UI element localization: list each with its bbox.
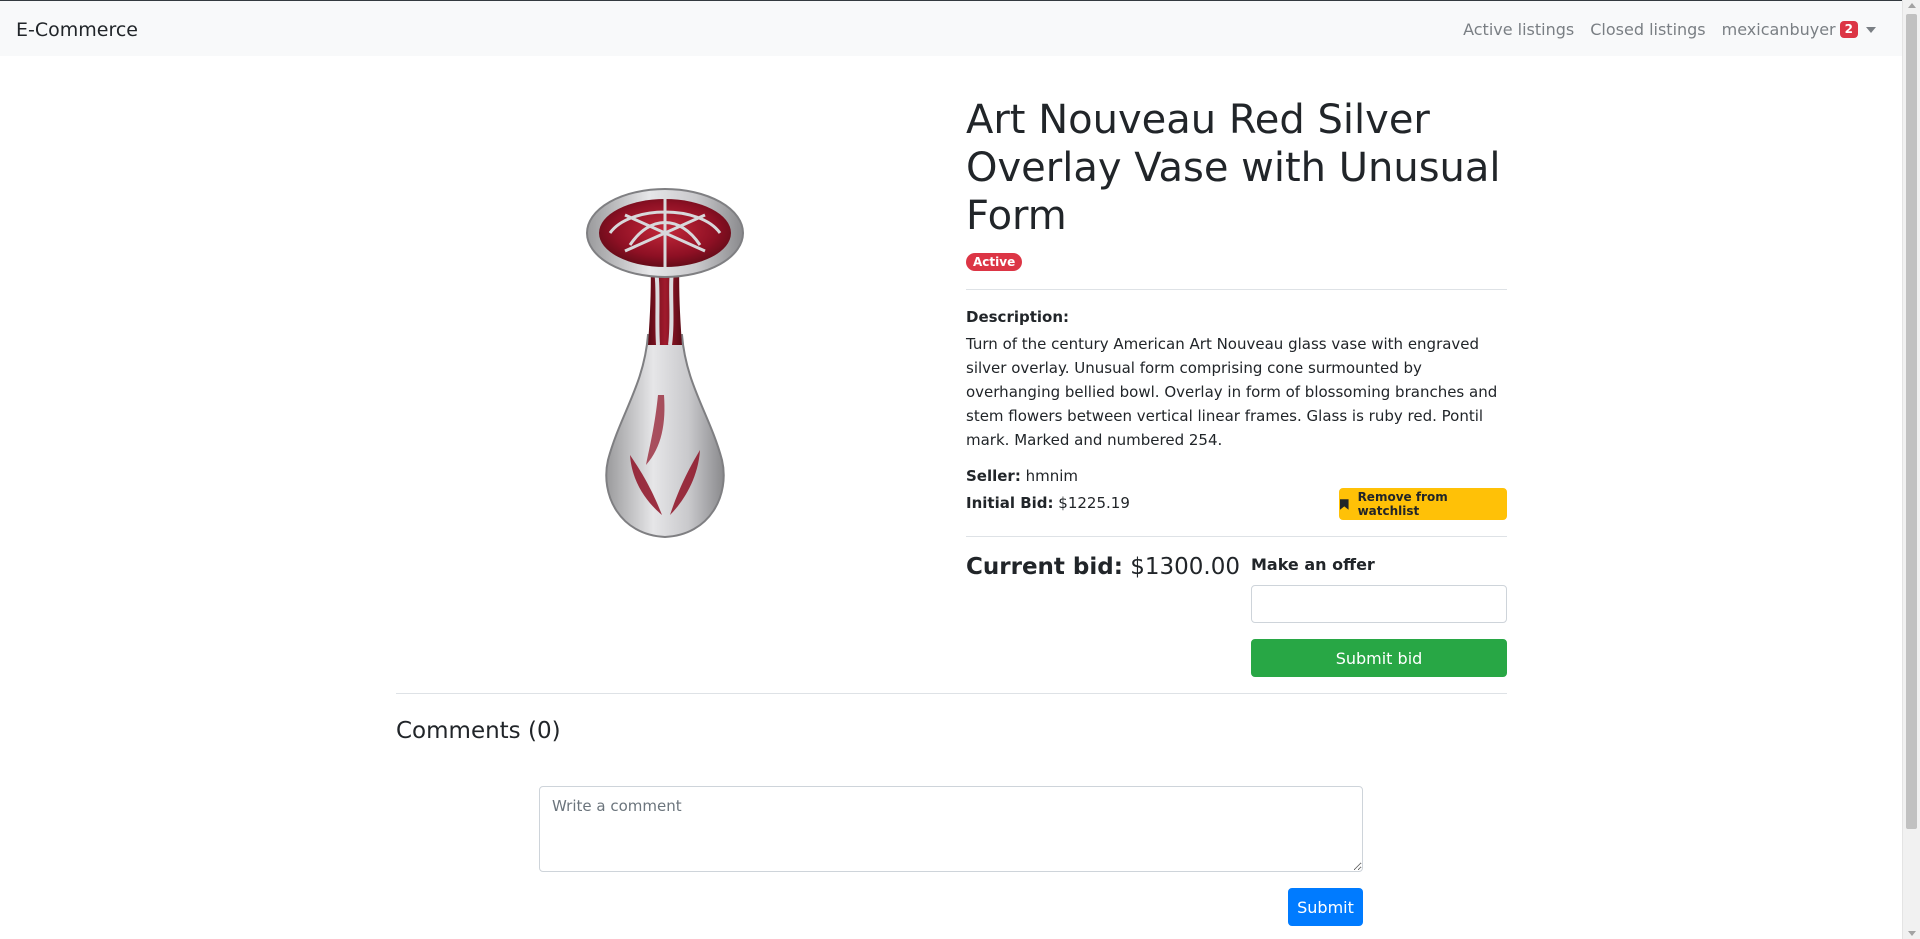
initial-bid-label: Initial Bid: — [966, 494, 1054, 512]
product-image — [570, 185, 760, 541]
remove-watchlist-label: Remove from watchlist — [1357, 490, 1448, 518]
submit-bid-button[interactable]: Submit bid — [1251, 639, 1507, 677]
current-bid-label: Current bid: — [966, 554, 1123, 580]
status-badge: Active — [966, 253, 1023, 271]
username: mexicanbuyer — [1721, 20, 1836, 39]
current-bid: Current bid: $1300.00 — [966, 554, 1240, 580]
offer-input[interactable] — [1251, 585, 1507, 623]
page-scrollbar[interactable] — [1902, 0, 1920, 939]
nav-active-listings[interactable]: Active listings — [1463, 20, 1574, 39]
nav-links: Active listings Closed listings mexicanb… — [1447, 20, 1876, 39]
navbar: E-Commerce Active listings Closed listin… — [0, 0, 1902, 56]
comment-textarea[interactable] — [539, 786, 1363, 872]
offer-label: Make an offer — [1251, 555, 1375, 574]
seller-value: hmnim — [1025, 467, 1079, 485]
remove-watchlist-button[interactable]: Remove from watchlist — [1339, 488, 1507, 520]
description-label: Description: — [966, 308, 1070, 326]
description-text: Turn of the century American Art Nouveau… — [966, 335, 1498, 449]
brand-link[interactable]: E-Commerce — [16, 19, 138, 41]
caret-down-icon — [1866, 26, 1876, 33]
nav-closed-listings[interactable]: Closed listings — [1590, 20, 1705, 39]
divider — [966, 536, 1507, 537]
comment-submit-button[interactable]: Submit — [1288, 888, 1363, 926]
divider — [966, 289, 1507, 290]
scroll-thumb[interactable] — [1906, 14, 1917, 829]
scroll-up-icon[interactable] — [1908, 3, 1916, 8]
initial-bid-value: $1225.19 — [1058, 494, 1130, 512]
divider — [396, 693, 1507, 694]
vase-image — [586, 188, 744, 539]
initial-bid-field: Initial Bid: $1225.19 — [966, 494, 1130, 512]
watchlist-count-badge: 2 — [1839, 21, 1858, 38]
bookmark-icon — [1340, 498, 1349, 510]
scroll-down-icon[interactable] — [1908, 931, 1916, 936]
listing-title: Art Nouveau Red Silver Overlay Vase with… — [966, 97, 1501, 239]
current-bid-value: $1300.00 — [1130, 554, 1240, 580]
comments-title: Comments (0) — [396, 718, 561, 744]
seller-field: Seller: hmnim — [966, 467, 1078, 485]
seller-label: Seller: — [966, 467, 1021, 485]
user-dropdown[interactable]: mexicanbuyer 2 — [1722, 20, 1876, 39]
